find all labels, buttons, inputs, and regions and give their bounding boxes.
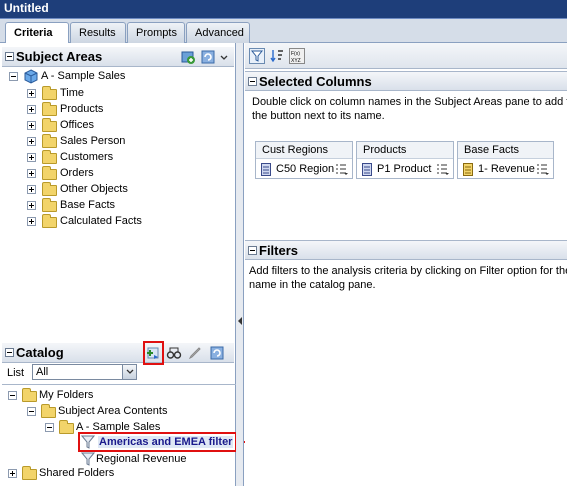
folder-icon [59, 420, 74, 434]
expand-icon[interactable] [27, 137, 36, 146]
folder-icon [42, 86, 57, 100]
subject-area-item[interactable]: Sales Person [60, 135, 125, 147]
catalog-my-folders[interactable]: My Folders [39, 389, 93, 401]
tab-strip: Criteria Results Prompts Advanced [0, 19, 567, 44]
cube-icon [24, 69, 38, 84]
catalog-header: Catalog [2, 343, 234, 363]
subject-area-item[interactable]: Orders [60, 167, 94, 179]
subject-area-item[interactable]: Customers [60, 151, 113, 163]
chevron-down-icon[interactable] [122, 365, 136, 379]
filters-title: Filters [259, 243, 299, 258]
collapse-icon[interactable] [5, 348, 14, 357]
expand-icon[interactable] [27, 185, 36, 194]
expand-icon[interactable] [27, 105, 36, 114]
folder-icon [42, 182, 57, 196]
folder-icon [42, 214, 57, 228]
edit-icon[interactable] [187, 345, 203, 361]
expand-icon[interactable] [27, 153, 36, 162]
column-menu-icon[interactable] [436, 163, 450, 176]
column-card-base-facts[interactable]: Base Facts 1- Revenue [457, 141, 554, 179]
column-header: Base Facts [458, 142, 553, 159]
pane-splitter[interactable] [236, 43, 244, 486]
subject-area-root[interactable]: A - Sample Sales [41, 70, 125, 82]
column-menu-icon[interactable] [536, 163, 550, 176]
folder-icon [42, 102, 57, 116]
sort-icon[interactable] [269, 48, 285, 64]
folder-icon [41, 404, 56, 418]
subject-area-item[interactable]: Products [60, 103, 103, 115]
column-menu-icon[interactable] [335, 163, 349, 176]
filter-icon [81, 452, 95, 466]
folder-icon [42, 118, 57, 132]
list-select[interactable]: All [32, 364, 137, 380]
binoculars-icon[interactable] [166, 345, 182, 361]
folder-icon [42, 198, 57, 212]
list-select-value: All [36, 366, 49, 378]
subject-areas-header: Subject Areas [2, 47, 234, 67]
tab-criteria[interactable]: Criteria [5, 22, 69, 44]
selected-columns-header: Selected Columns [245, 71, 567, 91]
subject-area-item[interactable]: Calculated Facts [60, 215, 142, 227]
filters-hint: Add filters to the analysis criteria by … [249, 265, 567, 277]
column-header: Products [357, 142, 453, 159]
folder-icon [22, 388, 37, 402]
chevron-down-icon[interactable] [219, 50, 229, 66]
expand-icon[interactable] [27, 169, 36, 178]
expand-icon[interactable] [27, 201, 36, 210]
title-bar: Untitled [0, 0, 567, 19]
formula-icon[interactable]: F(x)XYZ [289, 48, 305, 64]
svg-text:F(x): F(x) [291, 51, 300, 57]
tab-results[interactable]: Results [70, 22, 126, 43]
subject-area-item[interactable]: Other Objects [60, 183, 128, 195]
list-label: List [7, 367, 25, 379]
collapse-my-folders-icon[interactable] [8, 391, 17, 400]
tab-prompts[interactable]: Prompts [127, 22, 185, 43]
collapse-icon[interactable] [248, 246, 257, 255]
svg-text:XYZ: XYZ [291, 58, 301, 64]
selected-columns-hint: Double click on column names in the Subj… [252, 96, 567, 108]
filters-header: Filters [245, 240, 567, 260]
expand-shared-folders-icon[interactable] [8, 469, 17, 478]
folder-icon [42, 150, 57, 164]
window-title: Untitled [4, 1, 49, 15]
add-icon-highlight [143, 341, 164, 365]
column-card-products[interactable]: Products P1 Product [356, 141, 454, 179]
subject-area-item[interactable]: Time [60, 87, 84, 99]
collapse-sample-sales-folder-icon[interactable] [45, 423, 54, 432]
subject-area-item[interactable]: Base Facts [60, 199, 115, 211]
refresh-icon[interactable] [200, 49, 216, 65]
filters-hint-2: name in the catalog pane. [249, 279, 376, 291]
subject-areas-title: Subject Areas [16, 49, 103, 64]
refresh-icon[interactable] [209, 345, 225, 361]
add-subject-area-icon[interactable] [180, 49, 196, 65]
subject-area-item[interactable]: Offices [60, 119, 94, 131]
expand-icon[interactable] [27, 121, 36, 130]
collapse-icon[interactable] [5, 52, 14, 61]
column-header: Cust Regions [256, 142, 352, 159]
divider [2, 384, 236, 385]
collapse-icon[interactable] [248, 77, 257, 86]
collapse-sample-sales-icon[interactable] [9, 72, 18, 81]
catalog-title: Catalog [16, 345, 64, 360]
selected-columns-hint-2: the button next to its name. [252, 110, 385, 122]
criteria-toolbar: F(x) XYZ [245, 43, 567, 69]
selected-columns-title: Selected Columns [259, 74, 372, 89]
collapse-subject-area-contents-icon[interactable] [27, 407, 36, 416]
collapse-arrow-icon[interactable] [237, 316, 243, 326]
expand-icon[interactable] [27, 217, 36, 226]
expand-icon[interactable] [27, 89, 36, 98]
catalog-regional-revenue[interactable]: Regional Revenue [96, 453, 187, 465]
column-card-cust-regions[interactable]: Cust Regions C50 Region [255, 141, 353, 179]
catalog-shared-folders[interactable]: Shared Folders [39, 467, 114, 479]
filter-icon[interactable] [249, 48, 265, 64]
folder-icon [42, 166, 57, 180]
tab-advanced[interactable]: Advanced [186, 22, 250, 43]
folder-icon [42, 134, 57, 148]
catalog-subject-area-contents[interactable]: Subject Area Contents [58, 405, 167, 417]
folder-icon [22, 466, 37, 480]
selected-filter-highlight [78, 432, 237, 452]
